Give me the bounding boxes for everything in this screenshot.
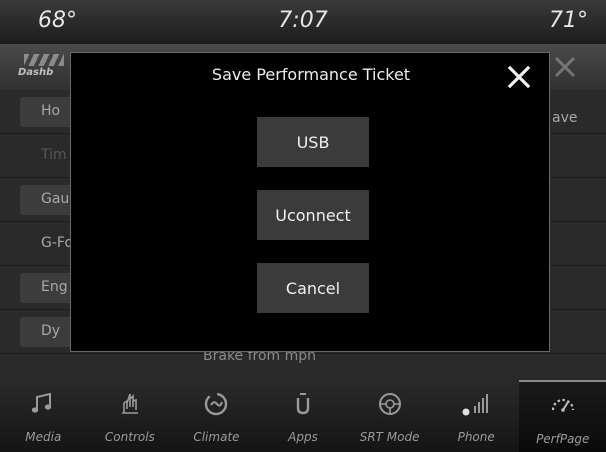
nav-apps[interactable]: Apps	[260, 380, 347, 452]
nav-label: Media	[25, 430, 62, 444]
music-note-icon	[32, 392, 52, 413]
climate-icon	[205, 392, 228, 416]
nav-phone[interactable]: Phone	[433, 380, 520, 452]
nav-media[interactable]: Media	[0, 380, 87, 452]
nav-controls[interactable]: Controls	[87, 380, 174, 452]
phone-signal-icon	[462, 394, 489, 416]
logo-text: Dashb	[18, 67, 54, 78]
nav-perfpage[interactable]: PerfPage	[519, 380, 606, 452]
gauge-icon	[551, 398, 574, 412]
background-close-icon	[554, 56, 576, 78]
background-save-label: ave	[552, 110, 578, 126]
bottom-nav-bar: Media Controls Climate Apps SRT Mode Pho…	[0, 380, 606, 452]
hand-controls-icon	[121, 393, 138, 414]
nav-label: Phone	[457, 430, 495, 444]
cancel-button[interactable]: Cancel	[257, 263, 369, 313]
steering-wheel-icon	[378, 393, 401, 415]
srt-logo: Dashb	[18, 52, 70, 82]
nav-climate[interactable]: Climate	[173, 380, 260, 452]
passenger-temperature[interactable]: 71°	[549, 8, 588, 33]
status-bar: 68° 7:07 71°	[0, 0, 606, 44]
close-icon[interactable]	[505, 63, 533, 91]
nav-label: SRT Mode	[359, 430, 420, 444]
nav-label: Apps	[288, 430, 318, 444]
usb-button[interactable]: USB	[257, 117, 369, 167]
nav-srt-mode[interactable]: SRT Mode	[346, 380, 433, 452]
nav-label: Climate	[193, 430, 240, 444]
dialog-title: Save Performance Ticket	[211, 65, 411, 84]
save-ticket-dialog: Save Performance Ticket USB Uconnect Can…	[70, 52, 550, 352]
apps-icon	[296, 393, 310, 415]
nav-label: PerfPage	[536, 432, 590, 446]
clock: 7:07	[278, 8, 328, 33]
uconnect-button[interactable]: Uconnect	[257, 190, 369, 240]
nav-label: Controls	[104, 430, 155, 444]
